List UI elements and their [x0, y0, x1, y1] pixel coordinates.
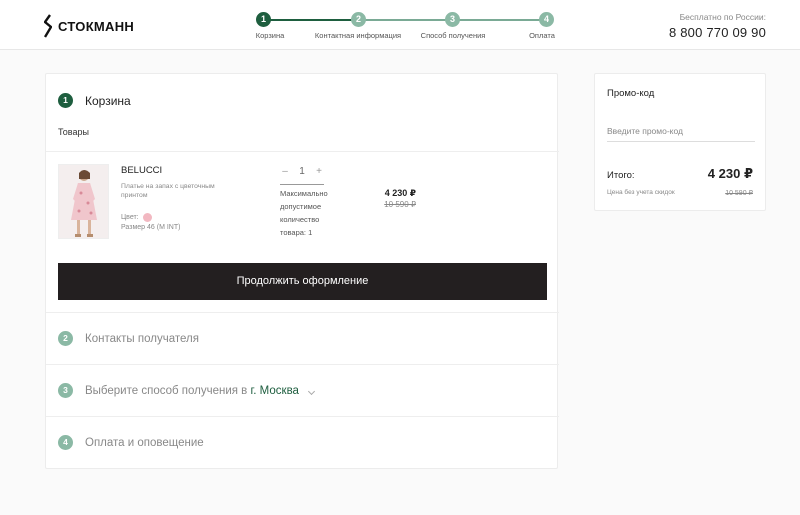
promo-title: Промо-код [607, 88, 655, 99]
product-old-price: 10 590 ₽ [384, 200, 416, 209]
section-2-label: Контакты получателя [85, 332, 199, 345]
total-label: Итого: [607, 170, 635, 181]
step-4-circle[interactable]: 4 [539, 12, 554, 27]
logo-text: СТОКМАНН [58, 18, 135, 34]
product-description: Платье на запах с цветочным принтом [121, 183, 215, 199]
section-3-label: Выберите способ получения в г. Москва [85, 384, 316, 397]
no-discount-label: Цена без учета скидок [607, 189, 675, 196]
step-3-label[interactable]: Способ получения [421, 31, 486, 40]
section-4-label: Оплата и оповещение [85, 436, 204, 449]
step-3-circle[interactable]: 3 [445, 12, 460, 27]
color-swatch [142, 213, 152, 222]
phone-caption: Бесплатно по России: [679, 12, 766, 22]
qty-underline [280, 184, 324, 185]
city-selector[interactable]: г. Москва [251, 385, 299, 397]
promo-card: Промо-код Итого: 4 230 ₽ Цена без учета … [594, 73, 766, 211]
phone-block: Бесплатно по России: 8 800 770 09 90 [669, 12, 766, 40]
logo-mark-icon [44, 14, 52, 38]
product-image[interactable] [58, 164, 109, 239]
cart-step-number: 1 [58, 93, 73, 108]
checkout-stepper: 1 Корзина 2 Контактная информация 3 Спос… [256, 12, 556, 42]
step-2-circle[interactable]: 2 [351, 12, 366, 27]
step-1-label[interactable]: Корзина [256, 31, 285, 40]
product-size: Размер 46 (M INT) [121, 224, 181, 231]
color-label: Цвет: [121, 214, 139, 221]
checkout-card: 1 Корзина Товары BELUCCI Платье на запах… [45, 73, 559, 469]
step-2-label[interactable]: Контактная информация [315, 31, 401, 40]
stepper-line [264, 19, 364, 21]
section-3-number: 3 [58, 383, 73, 398]
divider [46, 151, 559, 152]
section-recipient-contacts[interactable]: 2 Контакты получателя [46, 312, 559, 364]
product-color: Цвет: [121, 213, 152, 222]
qty-plus-button[interactable]: + [313, 166, 325, 177]
step-4-label[interactable]: Оплата [529, 31, 555, 40]
step-1-circle[interactable]: 1 [256, 12, 271, 27]
quantity-stepper: – 1 + [279, 166, 325, 177]
product-brand[interactable]: BELUCCI [121, 165, 162, 176]
product-price: 4 230 ₽ [384, 188, 416, 198]
cart-header: 1 Корзина [58, 93, 131, 108]
qty-minus-button[interactable]: – [279, 166, 291, 177]
phone-number[interactable]: 8 800 770 09 90 [669, 25, 766, 40]
dress-photo-icon [59, 165, 108, 238]
chevron-down-icon[interactable] [308, 387, 316, 395]
max-qty-notice: Максимально допустимое количество товара… [280, 189, 328, 237]
qty-value[interactable]: 1 [291, 166, 313, 177]
promo-code-input[interactable] [607, 120, 755, 142]
site-header: СТОКМАНН 1 Корзина 2 Контактная информац… [0, 0, 800, 50]
section-delivery-method[interactable]: 3 Выберите способ получения в г. Москва [46, 364, 559, 416]
continue-button[interactable]: Продолжить оформление [58, 263, 547, 300]
section-payment[interactable]: 4 Оплата и оповещение [46, 416, 559, 468]
total-value: 4 230 ₽ [707, 166, 753, 181]
cart-title: Корзина [85, 93, 131, 108]
no-discount-value: 10 590 ₽ [725, 190, 753, 197]
delivery-label: Выберите способ получения в [85, 384, 248, 397]
section-4-number: 4 [58, 435, 73, 450]
goods-label: Товары [58, 127, 89, 137]
section-2-number: 2 [58, 331, 73, 346]
stockmann-logo[interactable]: СТОКМАНН [44, 14, 134, 38]
